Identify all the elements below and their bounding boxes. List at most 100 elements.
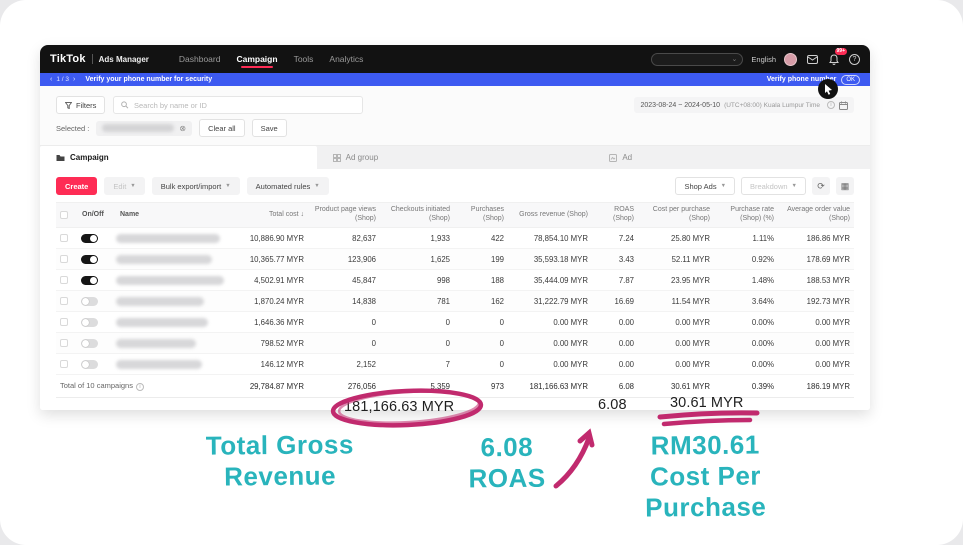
on-off-toggle[interactable] [81, 297, 98, 306]
callout-gross-revenue-value: 181,166.63 MYR [344, 399, 454, 415]
row-checkbox[interactable] [60, 234, 68, 242]
metric-cell: 0.00 MYR [638, 339, 714, 348]
metric-cell: 0.00% [714, 360, 778, 369]
table-header-row: On/Off Name Total cost ↓ Product page vi… [56, 202, 854, 228]
metric-cell: 7.87 [592, 276, 638, 285]
nav-tools[interactable]: Tools [294, 46, 314, 72]
ads-manager-window: TikTok Ads Manager Dashboard Campaign To… [40, 45, 870, 410]
metric-cell: 998 [380, 276, 454, 285]
automated-rules-button[interactable]: Automated rules▼ [247, 177, 329, 195]
col-total-cost[interactable]: Total cost ↓ [232, 208, 308, 223]
metric-cell: 0 [380, 318, 454, 327]
language-selector[interactable]: English [751, 55, 776, 64]
avatar[interactable] [784, 53, 797, 66]
metric-cell: 1.48% [714, 276, 778, 285]
total-checkouts: 5,359 [380, 382, 454, 391]
tab-ad[interactable]: Ad [593, 146, 870, 169]
notifications-bell-icon[interactable]: 99+ [827, 52, 841, 66]
tab-ad-group[interactable]: Ad group [317, 146, 594, 169]
table-row: 798.52 MYR 0 0 0 0.00 MYR 0.00 0.00 MYR … [56, 333, 854, 354]
content-area: Filters 2023-08-24 ~ 2024-05-10 (UTC+08:… [40, 86, 870, 410]
total-roas: 6.08 [592, 382, 638, 391]
row-checkbox[interactable] [60, 276, 68, 284]
campaign-name-blurred [116, 339, 196, 348]
clear-all-button[interactable]: Clear all [199, 119, 245, 137]
date-range-picker[interactable]: 2023-08-24 ~ 2024-05-10 (UTC+08:00) Kual… [634, 97, 854, 113]
row-checkbox[interactable] [60, 318, 68, 326]
help-icon[interactable]: ? [849, 54, 860, 65]
metric-cell: 1,646.36 MYR [232, 318, 308, 327]
refresh-icon[interactable]: ⟳ [812, 177, 830, 195]
metric-cell: 0.92% [714, 255, 778, 264]
on-off-toggle[interactable] [81, 360, 98, 369]
table-row: 1,870.24 MYR 14,838 781 162 31,222.79 MY… [56, 291, 854, 312]
metric-cell: 0.00 MYR [778, 360, 854, 369]
callout-roas-value: 6.08 [598, 397, 627, 413]
metric-cell: 23.95 MYR [638, 276, 714, 285]
total-purchase-rate: 0.39% [714, 382, 778, 391]
columns-icon[interactable]: ▦ [836, 177, 854, 195]
metric-cell: 1.11% [714, 234, 778, 243]
nav-campaign[interactable]: Campaign [236, 46, 277, 72]
create-button[interactable]: Create [56, 177, 97, 195]
selected-label: Selected : [56, 124, 89, 133]
col-roas[interactable]: ROAS (Shop) [592, 203, 638, 227]
filter-icon [65, 102, 72, 109]
col-purchases[interactable]: Purchases (Shop) [454, 203, 508, 227]
metric-cell: 7 [380, 360, 454, 369]
account-selector[interactable]: ⌄ [651, 53, 743, 66]
edit-button[interactable]: Edit▼ [104, 177, 144, 195]
chevron-down-icon: ▼ [792, 183, 797, 189]
bulk-export-import-button[interactable]: Bulk export/import▼ [152, 177, 240, 195]
row-checkbox[interactable] [60, 297, 68, 305]
selected-filter-tag: ⊗ [96, 121, 192, 136]
col-checkouts-initiated[interactable]: Checkouts initiated (Shop) [380, 203, 454, 227]
on-off-toggle[interactable] [81, 318, 98, 327]
metric-cell: 10,365.77 MYR [232, 255, 308, 264]
row-checkbox[interactable] [60, 339, 68, 347]
logo-divider [92, 54, 93, 64]
col-avg-order-value[interactable]: Average order value (Shop) [778, 203, 854, 227]
nav-analytics[interactable]: Analytics [329, 46, 363, 72]
banner-ok-button[interactable]: OK [841, 75, 860, 85]
metric-cell: 123,906 [308, 255, 380, 264]
save-button[interactable]: Save [252, 119, 287, 137]
on-off-toggle[interactable] [81, 339, 98, 348]
top-bar: TikTok Ads Manager Dashboard Campaign To… [40, 45, 870, 73]
metric-cell: 0.00 MYR [508, 318, 592, 327]
tab-campaign[interactable]: Campaign [40, 146, 317, 169]
on-off-toggle[interactable] [81, 234, 98, 243]
row-checkbox[interactable] [60, 360, 68, 368]
select-all-checkbox[interactable] [60, 211, 68, 219]
col-onoff: On/Off [78, 208, 116, 223]
metric-cell: 0 [308, 318, 380, 327]
nav-dashboard[interactable]: Dashboard [179, 46, 221, 72]
verify-banner: ‹ 1 / 3 › Verify your phone number for s… [40, 73, 870, 86]
tiktok-logo[interactable]: TikTok Ads Manager [50, 53, 149, 65]
chevron-down-icon: ⌄ [732, 55, 738, 63]
metric-cell: 1,625 [380, 255, 454, 264]
next-icon[interactable]: › [73, 76, 75, 83]
col-gross-revenue[interactable]: Gross revenue (Shop) [508, 208, 592, 223]
remove-filter-icon[interactable]: ⊗ [179, 124, 186, 133]
campaign-name-blurred [116, 234, 220, 243]
shop-ads-button[interactable]: Shop Ads▼ [675, 177, 735, 195]
col-product-page-views[interactable]: Product page views (Shop) [308, 203, 380, 227]
prev-icon[interactable]: ‹ [50, 76, 52, 83]
search-input[interactable] [134, 101, 355, 110]
inbox-icon[interactable] [805, 52, 819, 66]
metric-cell: 162 [454, 297, 508, 306]
metric-cell: 35,444.09 MYR [508, 276, 592, 285]
filters-button[interactable]: Filters [56, 96, 105, 114]
ad-icon [609, 154, 617, 162]
metric-cell: 31,222.79 MYR [508, 297, 592, 306]
row-checkbox[interactable] [60, 255, 68, 263]
metric-cell: 3.43 [592, 255, 638, 264]
col-purchase-rate[interactable]: Purchase rate (Shop) (%) [714, 203, 778, 227]
on-off-toggle[interactable] [81, 255, 98, 264]
breakdown-button[interactable]: Breakdown▼ [741, 177, 806, 195]
info-icon: i [136, 383, 144, 391]
on-off-toggle[interactable] [81, 276, 98, 285]
logo-text: TikTok [50, 53, 86, 65]
col-cost-per-purchase[interactable]: Cost per purchase (Shop) [638, 203, 714, 227]
